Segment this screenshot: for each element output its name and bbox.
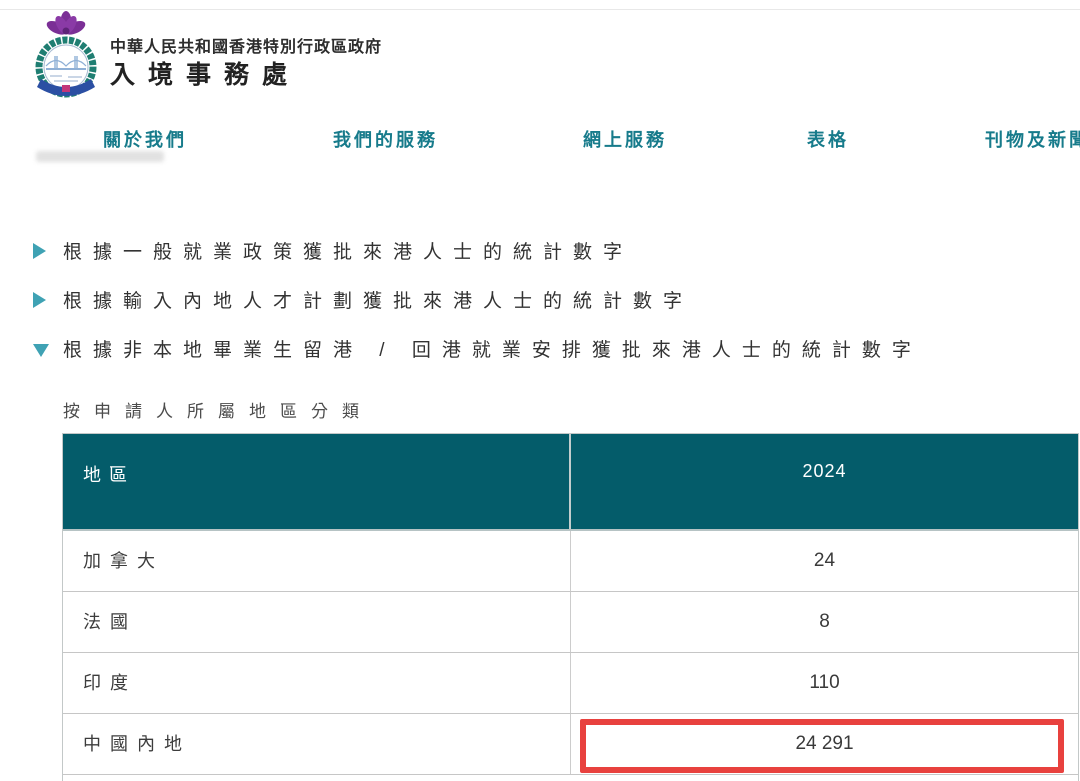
section-label: 根據輸入內地人才計劃獲批來港人士的統計數字 [63, 286, 693, 313]
nav-item-forms[interactable]: 表格 [807, 126, 849, 152]
region-cell: 印度 [63, 653, 571, 713]
section-label: 根據非本地畢業生留港 / 回港就業安排獲批來港人士的統計數字 [63, 335, 922, 362]
logo-disc [44, 45, 88, 89]
top-divider [0, 9, 1080, 10]
region-cell: 中國內地 [63, 714, 571, 774]
government-title: 中華人民共和國香港特別行政區政府 [110, 33, 382, 57]
value-cell: 24 291 [571, 714, 1078, 774]
statistics-table: 地區 2024 加拿大 24 法國 8 印度 110 中國內地 24 291 [62, 433, 1079, 781]
logo-ribbon-knot [62, 85, 70, 92]
nav-item-publications-news[interactable]: 刊物及新聞 [985, 126, 1080, 152]
nav-item-about-us[interactable]: 關於我們 [103, 126, 187, 152]
value-cell: 110 [571, 653, 1078, 713]
logo-bauhinia-flower [45, 11, 88, 37]
column-header-2024: 2024 [571, 434, 1078, 529]
faded-breadcrumb [36, 151, 164, 162]
column-header-region: 地區 [63, 434, 571, 529]
region-cell: 法國 [63, 592, 571, 652]
immd-statistics-page: { "header": { "gov_title": "中華人民共和國香港特別行… [0, 0, 1080, 781]
section-non-local-graduates-expanded[interactable]: 根據非本地畢業生留港 / 回港就業安排獲批來港人士的統計數字 [33, 335, 922, 362]
section-general-employment-policy[interactable]: 根據一般就業政策獲批來港人士的統計數字 [33, 237, 633, 264]
value-cell: 24 [571, 531, 1078, 591]
table-row-mainland-china: 中國內地 24 291 [63, 714, 1078, 775]
table-header-row: 地區 2024 [63, 434, 1078, 531]
triangle-down-icon [33, 344, 49, 357]
immd-department-logo-icon[interactable] [30, 11, 102, 101]
nav-item-our-services[interactable]: 我們的服務 [333, 126, 438, 152]
region-cell: 加拿大 [63, 531, 571, 591]
nav-item-online-services[interactable]: 網上服務 [583, 126, 667, 152]
department-name: 入境事務處 [110, 55, 300, 91]
table-row-france: 法國 8 [63, 592, 1078, 653]
table-row-canada: 加拿大 24 [63, 531, 1078, 592]
section-mainland-talents-scheme[interactable]: 根據輸入內地人才計劃獲批來港人士的統計數字 [33, 286, 693, 313]
table-caption: 按申請人所屬地區分類 [63, 397, 373, 422]
value-cell: 8 [571, 592, 1078, 652]
triangle-right-icon [33, 243, 46, 259]
table-row-india: 印度 110 [63, 653, 1078, 714]
section-label: 根據一般就業政策獲批來港人士的統計數字 [63, 237, 633, 264]
table-row-partial [63, 775, 1078, 779]
triangle-right-icon [33, 292, 46, 308]
